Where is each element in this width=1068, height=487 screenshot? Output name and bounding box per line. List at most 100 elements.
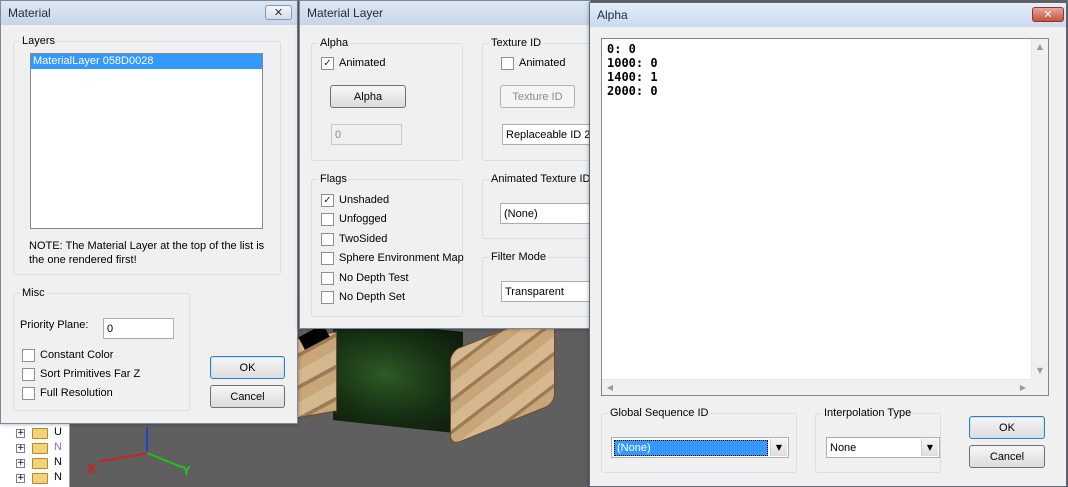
close-icon[interactable]: ✕ [265, 5, 292, 20]
checkbox-box[interactable] [22, 348, 35, 362]
vertical-scrollbar[interactable]: ▲ ▼ [1031, 39, 1048, 379]
cancel-button[interactable]: Cancel [969, 445, 1045, 468]
expand-icon[interactable]: + [16, 474, 25, 483]
checkbox-label: Animated [339, 57, 386, 69]
flags-group: Flags ✓ Unshaded Unfogged TwoSided Spher… [311, 173, 464, 317]
filter-mode-select[interactable]: Transparent [501, 281, 601, 302]
tree-label: N [54, 441, 62, 453]
full-resolution-checkbox[interactable]: Full Resolution [22, 386, 113, 400]
folder-icon [32, 443, 48, 454]
animated-texture-id-select[interactable]: (None) [500, 203, 600, 224]
group-label: Filter Mode [489, 251, 549, 263]
material-layer-titlebar[interactable]: Material Layer [300, 1, 590, 25]
chevron-down-icon[interactable]: ▼ [770, 439, 787, 456]
group-label: Global Sequence ID [608, 407, 711, 419]
tree-label: U [54, 426, 62, 438]
selected-value: (None) [504, 207, 538, 220]
scroll-down-icon[interactable]: ▼ [1032, 363, 1048, 379]
selected-value: None [830, 441, 857, 454]
expand-icon[interactable]: + [16, 459, 25, 468]
horizontal-scrollbar[interactable]: ◀ ▶ [602, 379, 1031, 395]
texture-id-select[interactable]: Replaceable ID 2 [502, 124, 602, 145]
no-depth-test-checkbox[interactable]: No Depth Test [321, 271, 409, 285]
sphere-env-map-checkbox[interactable]: Sphere Environment Map [321, 251, 464, 265]
texture-id-group: Texture ID Animated Texture ID Replaceab… [482, 37, 602, 161]
keyframe-line: 1000: 0 [607, 56, 658, 70]
keyframes-textarea[interactable]: 0: 0 1000: 0 1400: 1 2000: 0 ▲ ▼ ◀ ▶ [601, 38, 1049, 396]
alpha-button[interactable]: Alpha [330, 85, 406, 108]
keyframe-line: 1400: 1 [607, 70, 658, 84]
checkbox-label: No Depth Test [339, 272, 409, 284]
group-label: Animated Texture ID [489, 173, 593, 185]
sort-primitives-checkbox[interactable]: Sort Primitives Far Z [22, 367, 140, 381]
filter-mode-group: Filter Mode Transparent [482, 251, 602, 317]
selected-value: Transparent [505, 285, 564, 298]
checkbox-box[interactable] [22, 386, 35, 400]
two-sided-checkbox[interactable]: TwoSided [321, 232, 387, 246]
keyframe-line: 0: 0 [607, 42, 636, 56]
checkbox-box[interactable]: ✓ [321, 193, 334, 207]
alpha-titlebar[interactable]: Alpha ✕ [590, 3, 1066, 27]
checkbox-box[interactable] [321, 212, 334, 226]
window-title: Material [8, 6, 51, 20]
tree-row[interactable]: + N [16, 456, 66, 470]
priority-plane-input[interactable]: 0 [103, 318, 174, 339]
checkbox-label: Full Resolution [40, 387, 113, 399]
group-label: Flags [318, 173, 349, 185]
keyframe-line: 2000: 0 [607, 84, 658, 98]
texture-animated-checkbox[interactable]: Animated [501, 56, 565, 70]
checkbox-box[interactable] [321, 290, 334, 304]
group-label: Texture ID [489, 37, 544, 49]
cancel-button[interactable]: Cancel [210, 385, 285, 408]
alpha-animated-checkbox[interactable]: ✓ Animated [321, 56, 385, 70]
selected-value: Replaceable ID 2 [506, 128, 591, 141]
window-title: Material Layer [307, 6, 384, 20]
checkbox-box[interactable] [321, 271, 334, 285]
checkbox-label: Sort Primitives Far Z [40, 368, 141, 380]
axis-z-line [146, 427, 148, 453]
group-label: Alpha [318, 37, 351, 49]
checkbox-box[interactable] [501, 56, 514, 70]
node-tree: + U + N + N + N [0, 420, 70, 487]
checkbox-box[interactable] [22, 367, 35, 381]
checkbox-box[interactable] [321, 251, 334, 265]
layers-list[interactable]: MaterialLayer 058D0028 [30, 53, 263, 229]
interpolation-select[interactable]: None ▼ [826, 437, 940, 458]
tree-label: N [54, 471, 62, 483]
checkbox-label: TwoSided [339, 233, 388, 245]
ok-button[interactable]: OK [210, 356, 285, 379]
ok-button[interactable]: OK [969, 416, 1045, 439]
checkbox-label: Unfogged [339, 213, 387, 225]
selected-value: (None) [614, 439, 768, 456]
tree-row[interactable]: + U [16, 426, 66, 440]
misc-group: Misc Priority Plane: 0 Constant Color So… [13, 287, 190, 411]
material-titlebar[interactable]: Material ✕ [1, 1, 297, 25]
global-sequence-select[interactable]: (None) ▼ [611, 437, 789, 458]
list-item[interactable]: MaterialLayer 058D0028 [31, 54, 262, 69]
scroll-left-icon[interactable]: ◀ [602, 380, 618, 396]
scroll-up-icon[interactable]: ▲ [1032, 39, 1048, 55]
chevron-down-icon[interactable]: ▼ [921, 439, 938, 456]
alpha-value-input: 0 [331, 124, 402, 145]
unfogged-checkbox[interactable]: Unfogged [321, 212, 387, 226]
tree-row[interactable]: + N [16, 471, 66, 485]
checkbox-box[interactable] [321, 232, 334, 246]
scroll-right-icon[interactable]: ▶ [1015, 380, 1031, 396]
interpolation-group: Interpolation Type None ▼ [815, 407, 941, 473]
folder-icon [32, 473, 48, 484]
checkbox-label: No Depth Set [339, 291, 406, 303]
checkbox-box[interactable]: ✓ [321, 56, 334, 70]
folder-icon [32, 458, 48, 469]
expand-icon[interactable]: + [16, 444, 25, 453]
checkbox-label: Animated [519, 57, 566, 69]
close-icon[interactable]: ✕ [1032, 7, 1064, 22]
texture-id-button: Texture ID [500, 85, 575, 108]
layers-group: Layers MaterialLayer 058D0028 NOTE: The … [13, 35, 281, 275]
group-label: Misc [20, 287, 47, 299]
expand-icon[interactable]: + [16, 429, 25, 438]
constant-color-checkbox[interactable]: Constant Color [22, 348, 113, 362]
checkbox-label: Unshaded [339, 194, 390, 206]
no-depth-set-checkbox[interactable]: No Depth Set [321, 290, 405, 304]
unshaded-checkbox[interactable]: ✓ Unshaded [321, 193, 389, 207]
tree-row[interactable]: + N [16, 441, 66, 455]
